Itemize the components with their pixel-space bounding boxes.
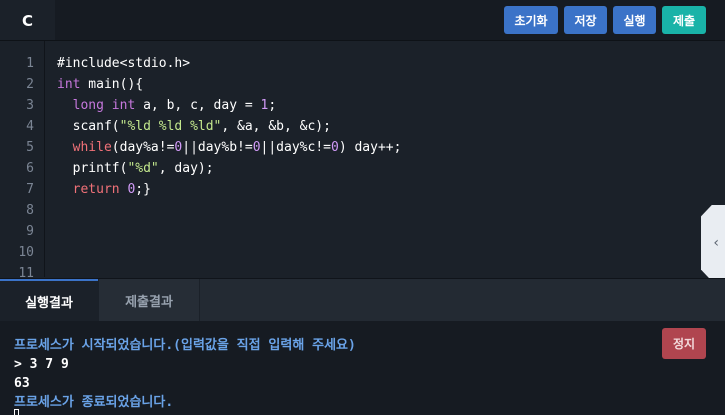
code-text: , &a, &b, &c); xyxy=(221,119,331,134)
code-text: main(){ xyxy=(80,77,144,92)
code-text: ||day%b!= xyxy=(182,140,253,155)
code-line-6: printf("%d", day); xyxy=(57,158,214,179)
code-line-3: long int a, b, c, day = 1; xyxy=(57,95,277,116)
line-number: 1 xyxy=(26,56,34,71)
console-cursor xyxy=(14,409,19,415)
code-line-1: #include<stdio.h> xyxy=(57,53,190,74)
output-line: 프로세스가 시작되었습니다.(입력값을 직접 입력해 주세요) xyxy=(14,338,356,353)
code-line-4: scanf("%ld %ld %ld", &a, &b, &c); xyxy=(57,116,331,137)
reset-button[interactable]: 초기화 xyxy=(504,6,558,34)
code-line-7: return 0;} xyxy=(57,179,151,200)
output-line: 63 xyxy=(14,376,30,391)
code-text: scanf( xyxy=(72,119,120,134)
line-number: 7 xyxy=(26,182,34,197)
line-number: 5 xyxy=(26,140,34,155)
code-text: (day%a!= xyxy=(111,140,175,155)
line-number: 3 xyxy=(26,98,34,113)
submit-button[interactable]: 제출 xyxy=(662,6,706,34)
code-text: , day); xyxy=(158,161,214,176)
code-text: ||day%c!= xyxy=(260,140,331,155)
code-keyword: while xyxy=(72,140,112,155)
code-keyword: int xyxy=(111,98,136,113)
line-number: 9 xyxy=(26,224,34,239)
result-tabs: 실행결과 제출결과 xyxy=(0,278,725,321)
code-string: "%ld %ld %ld" xyxy=(119,119,222,134)
output-line: > 3 7 9 xyxy=(14,357,69,372)
line-number: 10 xyxy=(18,245,34,260)
code-text: ;} xyxy=(135,182,151,197)
save-button[interactable]: 저장 xyxy=(564,6,607,34)
code-text: printf( xyxy=(72,161,128,176)
line-number: 8 xyxy=(26,203,34,218)
output-console: 프로세스가 시작되었습니다.(입력값을 직접 입력해 주세요) > 3 7 9 … xyxy=(0,321,725,415)
code-line-2: int main(){ xyxy=(57,74,143,95)
code-editor[interactable]: 1 2 3 4 5 6 7 8 9 10 11 #include<stdio.h… xyxy=(0,41,725,277)
code-text: #include<stdio.h> xyxy=(57,56,191,71)
code-keyword: return xyxy=(72,182,120,197)
code-text: ; xyxy=(268,98,277,113)
code-number: 0 xyxy=(330,140,339,155)
code-text: ) day++; xyxy=(338,140,402,155)
line-number-gutter: 1 2 3 4 5 6 7 8 9 10 11 xyxy=(0,41,45,277)
line-number: 4 xyxy=(26,119,34,134)
tab-run-result[interactable]: 실행결과 xyxy=(0,279,98,321)
output-line: 프로세스가 종료되었습니다. xyxy=(14,395,174,410)
code-keyword: long xyxy=(72,98,104,113)
code-string: "%d" xyxy=(127,161,159,176)
chevron-left-icon: ‹ xyxy=(713,235,719,251)
tab-submit-result[interactable]: 제출결과 xyxy=(98,279,200,321)
panel-toggle-handle[interactable]: ‹ xyxy=(701,205,725,281)
top-toolbar: C 초기화 저장 실행 제출 xyxy=(0,0,725,41)
code-line-5: while(day%a!=0||day%b!=0||day%c!=0) day+… xyxy=(57,137,402,158)
code-text: a, b, c, day = xyxy=(135,98,261,113)
language-tab[interactable]: C xyxy=(0,0,55,40)
code-keyword: int xyxy=(57,77,81,92)
line-number: 6 xyxy=(26,161,34,176)
code-number: 0 xyxy=(252,140,261,155)
stop-button[interactable]: 정지 xyxy=(662,328,706,359)
line-number: 2 xyxy=(26,77,34,92)
run-button[interactable]: 실행 xyxy=(613,6,656,34)
line-number: 11 xyxy=(18,266,34,277)
